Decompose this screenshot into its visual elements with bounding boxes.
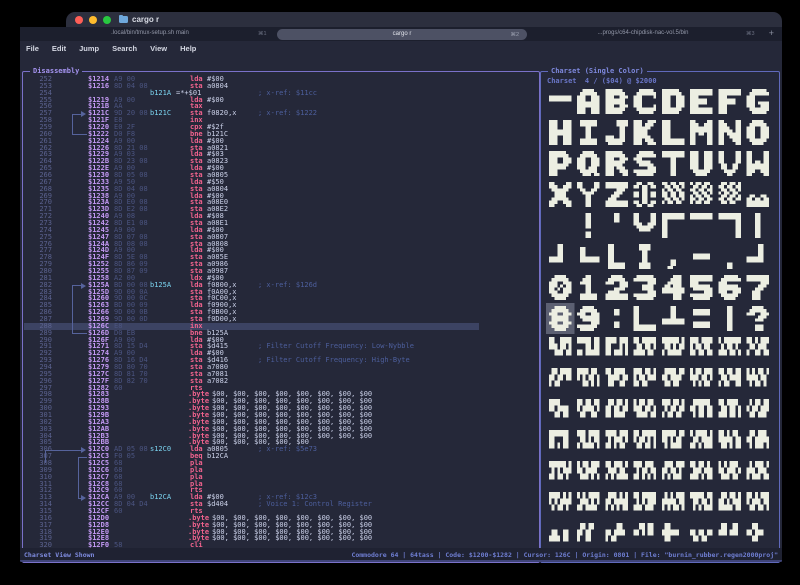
tab-chipdisk-bin[interactable]: ...progs/c64-chipdisk-nac-vol.5/bin xyxy=(530,30,756,36)
tab1-shortcut: ⌘1 xyxy=(258,31,267,37)
close-button[interactable] xyxy=(75,16,83,24)
charset-panel-title: Charset (Single Color) xyxy=(548,68,647,75)
status-message: Charset View Shown xyxy=(24,551,94,559)
folder-icon xyxy=(119,16,128,23)
charset-grid[interactable] xyxy=(546,86,772,551)
menu-item-edit[interactable]: Edit xyxy=(52,44,66,53)
tab-cargo-r-active[interactable]: cargo r ⌘2 xyxy=(277,29,527,40)
charset-info: Charset 4 / ($04) @ $2000 xyxy=(547,77,657,85)
tab-bar: .local/bin/tmux-setup.sh main ⌘1 cargo r… xyxy=(20,27,782,41)
window-titlebar: cargo r xyxy=(66,12,782,27)
charset-panel: Charset (Single Color) Charset 4 / ($04)… xyxy=(540,71,780,563)
disassembly-listing: 252$1214A9 00lda#$00253$12168D 04 08staa… xyxy=(23,72,539,562)
menu-item-search[interactable]: Search xyxy=(112,44,137,53)
menu-item-view[interactable]: View xyxy=(150,44,167,53)
tab2-shortcut: ⌘2 xyxy=(510,32,519,38)
window-bottom-edge xyxy=(20,560,782,562)
zoom-button[interactable] xyxy=(103,16,111,24)
disassembly-panel: Disassembly 252$1214A9 00lda#$00253$1216… xyxy=(22,71,540,563)
menu-bar: File Edit Jump Search View Help xyxy=(20,41,782,56)
menu-item-jump[interactable]: Jump xyxy=(79,44,99,53)
terminal-window: .local/bin/tmux-setup.sh main ⌘1 cargo r… xyxy=(20,27,782,562)
menu-item-file[interactable]: File xyxy=(26,44,39,53)
status-project-info: Commodore 64 | 64tass | Code: $1200-$128… xyxy=(351,551,778,559)
tab3-shortcut: ⌘3 xyxy=(746,31,755,37)
minimize-button[interactable] xyxy=(89,16,97,24)
window-title: cargo r xyxy=(132,15,159,24)
new-tab-button[interactable]: + xyxy=(769,28,774,38)
tab-tmux-setup[interactable]: .local/bin/tmux-setup.sh main xyxy=(30,30,270,36)
menu-item-help[interactable]: Help xyxy=(180,44,196,53)
tab2-label: cargo r xyxy=(277,31,527,37)
